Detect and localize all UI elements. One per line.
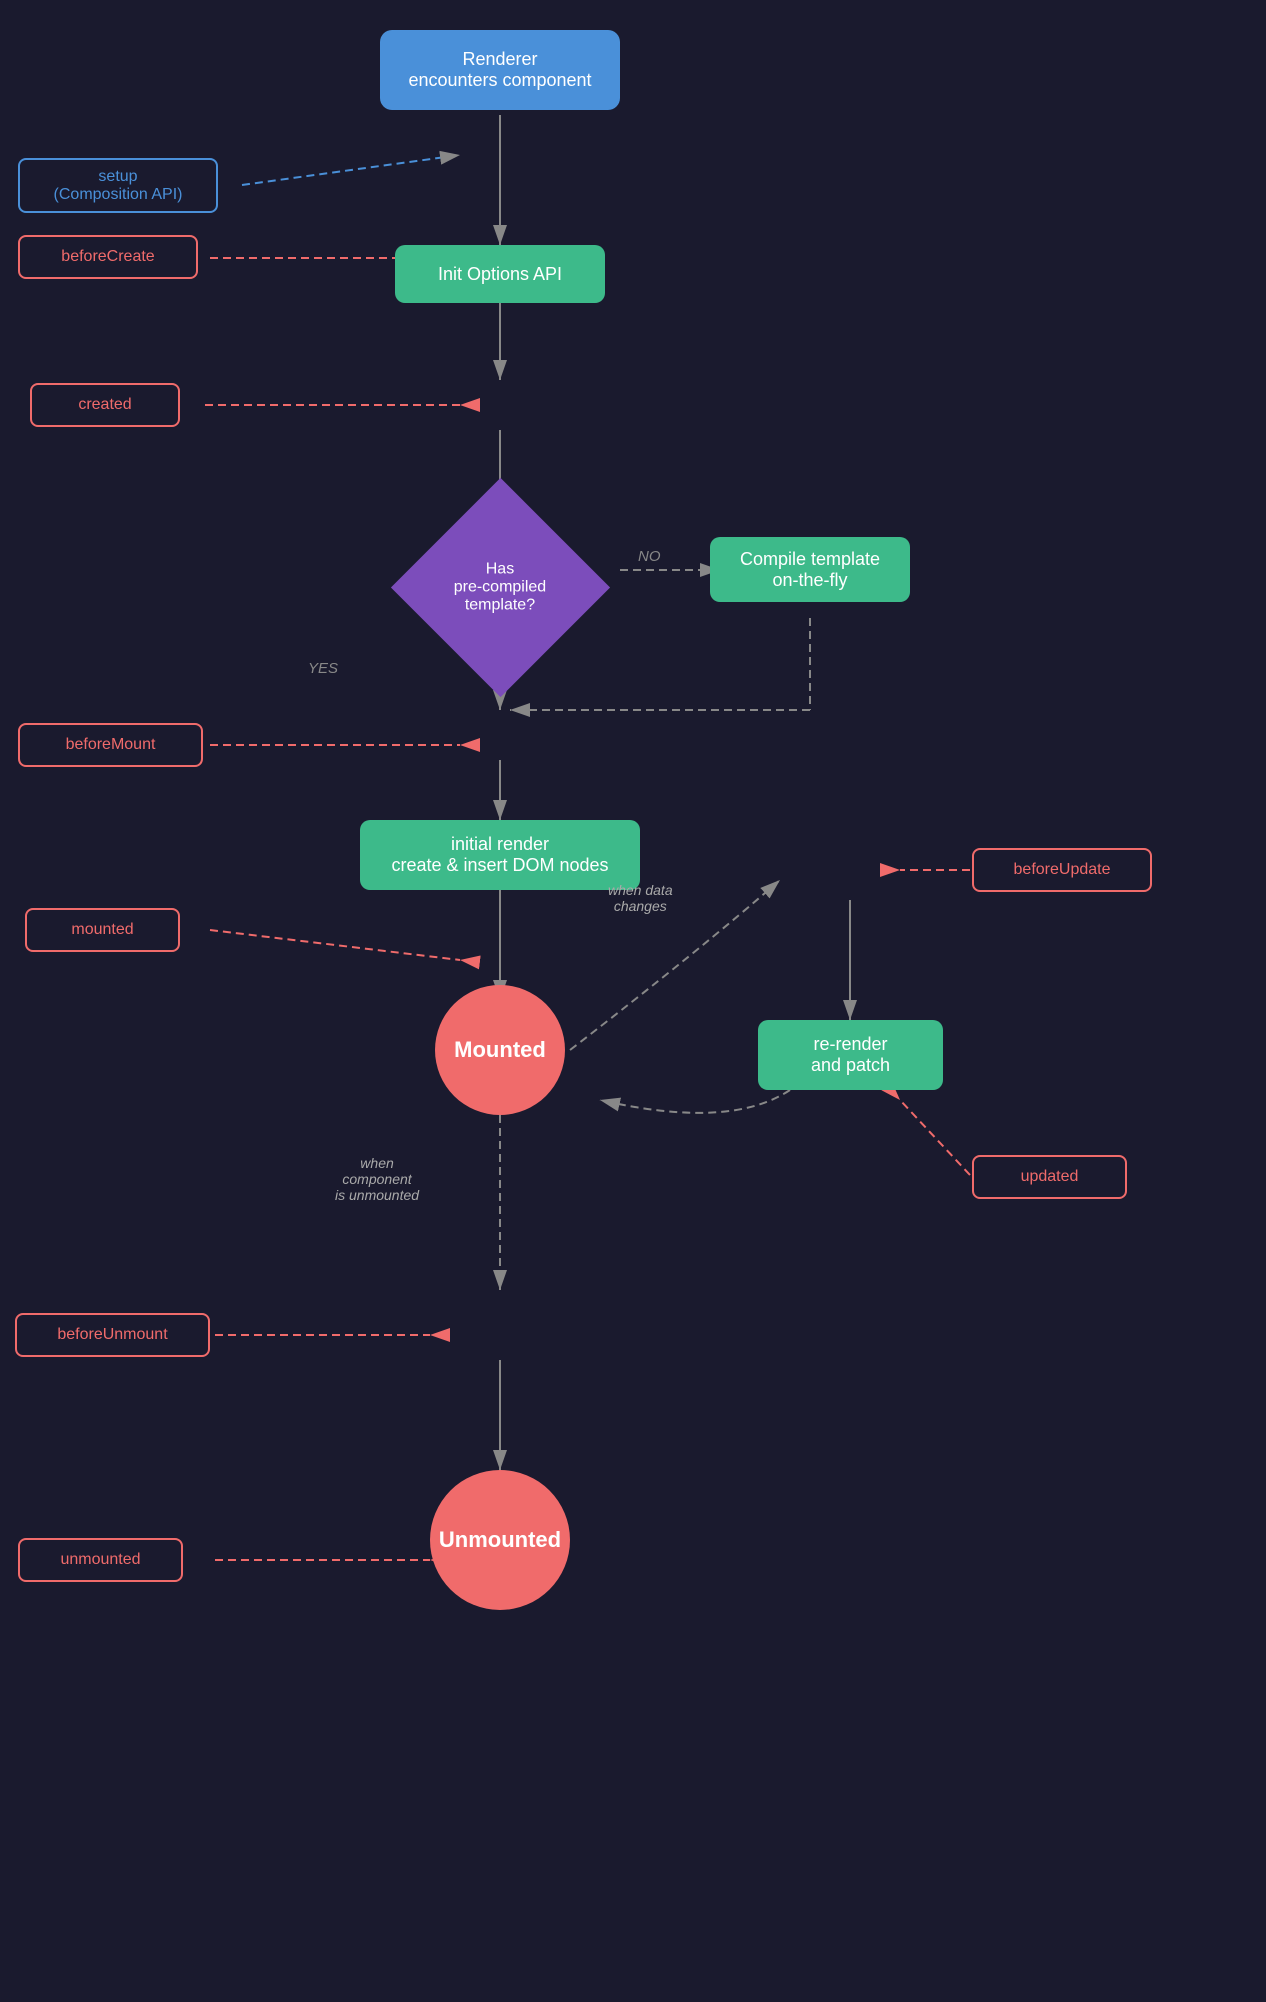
mounted-hook-label: mounted [71, 921, 133, 939]
initOptions-label: Init Options API [438, 264, 562, 285]
created-node: created [30, 383, 180, 427]
beforeUpdate-node: beforeUpdate [972, 848, 1152, 892]
unmounted-hook-label: unmounted [60, 1551, 140, 1569]
beforeCreate-node: beforeCreate [18, 235, 198, 279]
unmounted-circle: Unmounted [430, 1470, 570, 1610]
mounted-hook-node: mounted [25, 908, 180, 952]
initOptions-node: Init Options API [395, 245, 605, 303]
beforeMount-label: beforeMount [66, 736, 156, 754]
reRender-node: re-renderand patch [758, 1020, 943, 1090]
mounted-circle: Mounted [435, 985, 565, 1115]
renderer-label: Rendererencounters component [408, 49, 591, 91]
hasTemplate-label: Haspre-compiledtemplate? [454, 560, 546, 614]
setup-node: setup(Composition API) [18, 158, 218, 213]
beforeUnmount-label: beforeUnmount [57, 1326, 167, 1344]
compileTemplate-label: Compile templateon-the-fly [740, 549, 880, 591]
initialRender-node: initial rendercreate & insert DOM nodes [360, 820, 640, 890]
compileTemplate-node: Compile templateon-the-fly [710, 537, 910, 602]
unmounted-circle-label: Unmounted [439, 1527, 561, 1553]
setup-label: setup(Composition API) [54, 168, 183, 204]
hasTemplate-node: Haspre-compiledtemplate? [391, 478, 610, 697]
renderer-node: Rendererencounters component [380, 30, 620, 110]
updated-label: updated [1021, 1168, 1079, 1186]
beforeUnmount-node: beforeUnmount [15, 1313, 210, 1357]
diagram-lines [0, 0, 1266, 2002]
beforeUpdate-label: beforeUpdate [1014, 861, 1111, 879]
updated-node: updated [972, 1155, 1127, 1199]
beforeCreate-label: beforeCreate [61, 248, 154, 266]
created-label: created [78, 396, 131, 414]
beforeMount-node: beforeMount [18, 723, 203, 767]
when-data-changes-label: when datachanges [608, 882, 673, 914]
reRender-label: re-renderand patch [811, 1034, 890, 1076]
yes-label: YES [308, 660, 338, 677]
mounted-circle-label: Mounted [454, 1037, 546, 1063]
lifecycle-diagram: Rendererencounters component setup(Compo… [0, 0, 1266, 2002]
initialRender-label: initial rendercreate & insert DOM nodes [391, 834, 608, 876]
unmounted-hook-node: unmounted [18, 1538, 183, 1582]
no-label: NO [638, 548, 661, 565]
when-unmounted-label: whencomponentis unmounted [335, 1155, 419, 1203]
